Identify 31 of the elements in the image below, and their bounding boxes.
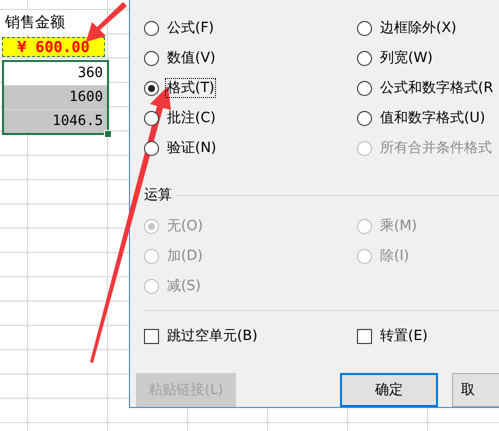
table-cell: 360 <box>4 62 107 85</box>
radio-button[interactable] <box>357 110 372 126</box>
copied-cell: ¥ 600.00 <box>2 37 105 57</box>
table-cell: 1046.5 <box>4 110 107 133</box>
checkbox[interactable] <box>357 328 372 344</box>
radio-button[interactable] <box>144 110 159 126</box>
radio-button[interactable] <box>144 50 159 66</box>
radio-button[interactable] <box>144 140 159 156</box>
dialog-button[interactable]: 取 <box>452 373 499 407</box>
radio-button[interactable] <box>144 20 159 36</box>
radio-button[interactable] <box>144 80 159 96</box>
checkbox[interactable] <box>144 328 159 344</box>
radio-label[interactable]: 公式(F) <box>165 18 216 38</box>
arrow <box>86 2 127 42</box>
radio-label[interactable]: 值和数字格式(U) <box>378 108 488 128</box>
dialog-button[interactable]: 确定 <box>340 373 438 407</box>
fill-handle-icon[interactable] <box>104 130 112 138</box>
radio-label[interactable]: 批注(C) <box>165 108 218 128</box>
section-title: 运算 <box>144 186 172 204</box>
radio-label[interactable]: 验证(N) <box>165 138 218 158</box>
radio-label[interactable]: 数值(V) <box>165 48 218 68</box>
radio-button[interactable] <box>357 50 372 66</box>
radio-label[interactable]: 列宽(W) <box>378 48 435 68</box>
column-header-cell: 销售金额 <box>0 10 105 34</box>
checkbox-label[interactable]: 转置(E) <box>378 326 430 346</box>
radio-button[interactable] <box>357 80 372 96</box>
radio-label[interactable]: 边框除外(X) <box>378 18 459 38</box>
radio-button[interactable] <box>357 20 372 36</box>
table-cell: 1600 <box>4 86 107 109</box>
checkbox-label[interactable]: 跳过空单元(B) <box>165 326 260 346</box>
radio-label[interactable]: 公式和数字格式(R <box>378 78 496 98</box>
